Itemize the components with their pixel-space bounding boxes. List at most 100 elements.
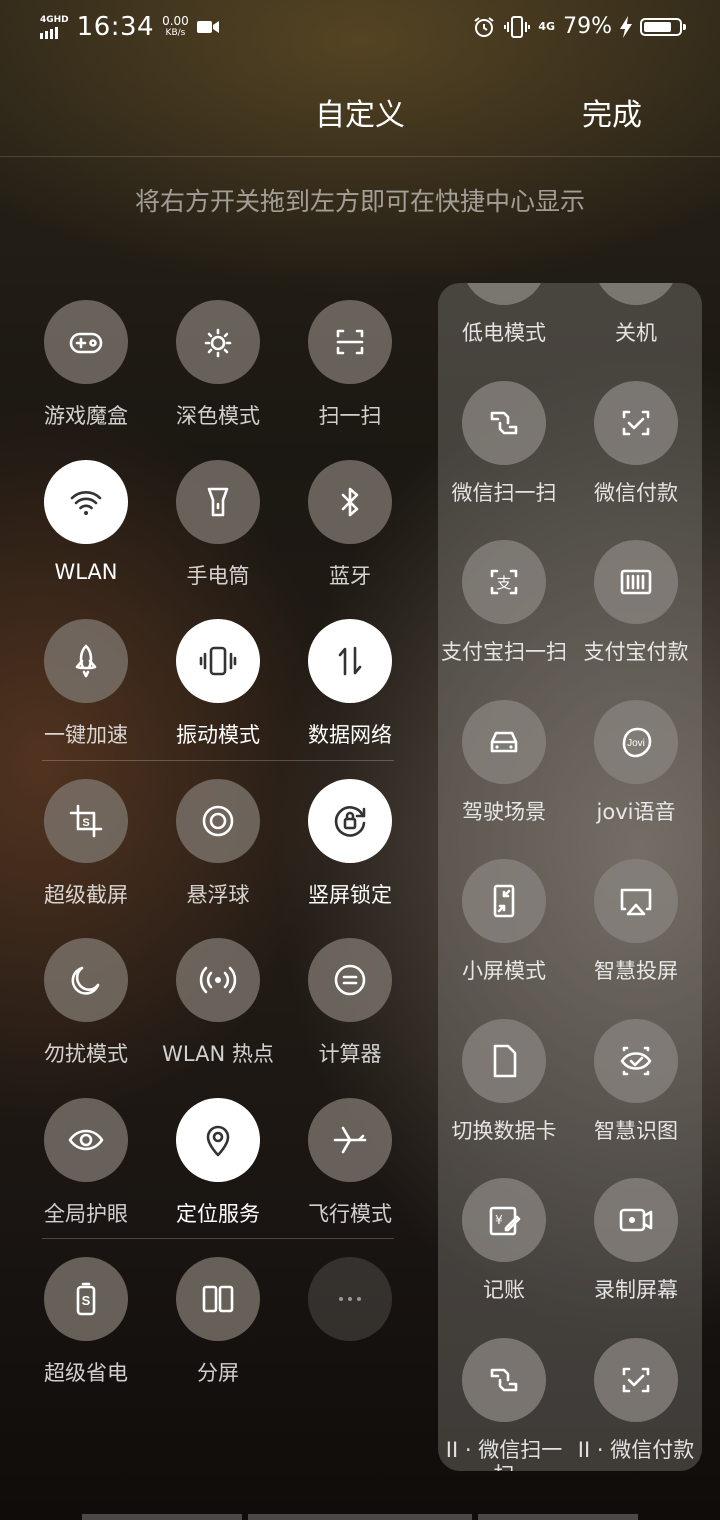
tile-button[interactable] xyxy=(44,459,128,544)
available-tile[interactable]: 微信付款 xyxy=(570,380,702,506)
vibrate-status-icon xyxy=(504,15,531,38)
active-tile[interactable]: 一键加速 xyxy=(20,619,152,749)
available-tile[interactable]: 录制屏幕 xyxy=(570,1178,702,1303)
tile-button[interactable] xyxy=(308,300,392,384)
active-tile[interactable]: 数据网络 xyxy=(284,619,416,749)
cast-icon xyxy=(620,888,652,916)
hint-text: 将右方开关拖到左方即可在快捷中心显示 xyxy=(134,187,585,216)
tile-button[interactable] xyxy=(594,859,678,943)
tile-button[interactable] xyxy=(176,1257,260,1341)
available-tile[interactable]: 驾驶场景 xyxy=(438,699,570,825)
bluetooth-icon xyxy=(341,487,359,516)
svg-text:¥: ¥ xyxy=(495,1213,503,1227)
tile-button[interactable] xyxy=(594,283,678,305)
tile-button[interactable] xyxy=(462,699,546,784)
tile-button[interactable]: S xyxy=(44,778,128,863)
available-tile[interactable]: II · 微信付款 xyxy=(570,1337,702,1463)
status-time: 16:34 xyxy=(76,12,155,42)
tile-button[interactable] xyxy=(594,1337,678,1422)
signal-group: 4GHD xyxy=(40,15,69,39)
rocket-icon xyxy=(75,644,97,678)
available-tile[interactable]: Jovi jovi语音 xyxy=(570,699,702,825)
tile-button[interactable] xyxy=(462,1337,546,1422)
tile-button[interactable]: ¥ xyxy=(462,1178,546,1262)
available-tile[interactable]: 智慧投屏 xyxy=(570,859,702,984)
hotspot-icon xyxy=(199,966,237,994)
available-tile[interactable]: II · 微信扫一扫 xyxy=(438,1337,570,1472)
tile-button[interactable] xyxy=(44,938,128,1022)
vision-icon xyxy=(620,1046,652,1075)
active-tile[interactable]: 深色模式 xyxy=(152,300,284,430)
wechat-pay-icon xyxy=(622,410,650,435)
available-tile[interactable]: ¥ 记账 xyxy=(438,1178,570,1303)
active-tile[interactable]: S 超级省电 xyxy=(20,1257,152,1387)
active-tile[interactable]: 悬浮球 xyxy=(152,778,284,909)
tile-button[interactable] xyxy=(308,938,392,1022)
tile-button[interactable] xyxy=(308,1257,392,1341)
active-tile[interactable] xyxy=(284,1257,416,1357)
tile-label: 支付宝扫一扫 xyxy=(441,640,567,664)
split-screen-icon xyxy=(202,1285,234,1313)
tile-label: 超级截屏 xyxy=(44,882,128,907)
available-tile[interactable]: 关机 xyxy=(570,283,702,346)
active-tile[interactable]: 竖屏锁定 xyxy=(284,778,416,909)
tile-label: 微信付款 xyxy=(594,480,678,505)
tile-button[interactable] xyxy=(176,459,260,544)
active-tile[interactable]: 全局护眼 xyxy=(20,1097,152,1228)
active-tile[interactable]: WLAN 热点 xyxy=(152,938,284,1068)
available-tile[interactable]: 低电模式 xyxy=(438,283,570,346)
small-screen-icon xyxy=(493,884,515,918)
tile-button[interactable] xyxy=(594,1178,678,1262)
tile-button[interactable] xyxy=(176,938,260,1022)
active-tile[interactable]: 飞行模式 xyxy=(284,1097,416,1228)
location-icon xyxy=(206,1125,230,1156)
active-tile[interactable]: 勿扰模式 xyxy=(20,938,152,1068)
tile-button[interactable]: 支 xyxy=(462,540,546,624)
tile-label: 支付宝付款 xyxy=(583,640,689,664)
tile-button[interactable] xyxy=(308,459,392,544)
tile-button[interactable] xyxy=(176,619,260,703)
available-tile[interactable]: 切换数据卡 xyxy=(438,1018,570,1144)
active-tile[interactable]: 定位服务 xyxy=(152,1097,284,1228)
active-tile[interactable]: 分屏 xyxy=(152,1257,284,1387)
tile-button[interactable] xyxy=(462,1018,546,1103)
available-tile[interactable]: 支付宝付款 xyxy=(570,540,702,665)
tile-button[interactable] xyxy=(176,300,260,384)
available-tile[interactable]: 智慧识图 xyxy=(570,1018,702,1144)
active-tile[interactable]: S 超级截屏 xyxy=(20,778,152,909)
tile-button[interactable] xyxy=(44,300,128,384)
tile-button[interactable] xyxy=(462,859,546,943)
active-tile[interactable]: 蓝牙 xyxy=(284,459,416,590)
tile-button[interactable] xyxy=(176,778,260,863)
tile-button[interactable] xyxy=(308,778,392,863)
tile-button[interactable] xyxy=(308,619,392,703)
tile-label: II · 微信扫一扫 xyxy=(445,1437,563,1472)
tile-button[interactable]: S xyxy=(44,1257,128,1341)
tile-button[interactable] xyxy=(176,1097,260,1182)
available-tile[interactable]: 微信扫一扫 xyxy=(438,380,570,506)
tile-button[interactable] xyxy=(44,1097,128,1182)
available-tile[interactable]: 小屏模式 xyxy=(438,859,570,984)
available-tile[interactable]: 支支付宝扫一扫 xyxy=(438,540,570,665)
tile-button[interactable] xyxy=(594,380,678,465)
tile-button[interactable] xyxy=(594,540,678,624)
tile-button[interactable] xyxy=(462,380,546,465)
page-divider-1 xyxy=(42,760,394,761)
active-tile[interactable]: 扫一扫 xyxy=(284,300,416,430)
tile-button[interactable] xyxy=(462,283,546,305)
tile-button[interactable]: Jovi xyxy=(594,699,678,784)
active-tile[interactable]: 游戏魔盒 xyxy=(20,300,152,430)
svg-text:Jovi: Jovi xyxy=(627,738,645,749)
tile-label: 竖屏锁定 xyxy=(308,882,392,907)
done-button[interactable]: 完成 xyxy=(582,90,642,134)
tile-button[interactable] xyxy=(44,619,128,703)
active-tile[interactable]: 手电筒 xyxy=(152,459,284,590)
mobile-data-type: 4G xyxy=(538,20,556,33)
tile-button[interactable] xyxy=(308,1097,392,1182)
available-tiles-panel[interactable]: 低电模式 关机 微信扫一扫 微信付款支支付宝扫一扫 支付宝付款驾驶场景 Jovi jovi语… xyxy=(438,283,702,1471)
active-tile[interactable]: WLAN xyxy=(20,459,152,584)
tile-button[interactable] xyxy=(594,1018,678,1103)
nav-bar-segment xyxy=(248,1514,472,1520)
active-tile[interactable]: 振动模式 xyxy=(152,619,284,749)
active-tile[interactable]: 计算器 xyxy=(284,938,416,1068)
